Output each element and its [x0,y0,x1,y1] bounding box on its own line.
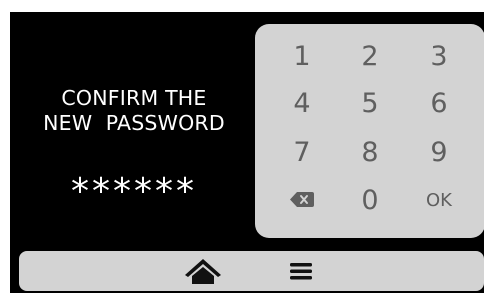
key-3[interactable]: 3 [412,34,466,80]
key-1[interactable]: 1 [275,34,329,80]
key-0[interactable]: 0 [343,178,397,224]
key-4[interactable]: 4 [275,81,329,127]
menu-button[interactable] [271,251,331,291]
prompt-line-1: CONFIRM THE [61,86,207,110]
key-7[interactable]: 7 [275,130,329,176]
key-8[interactable]: 8 [343,130,397,176]
prompt-line-2: NEW PASSWORD [43,111,225,135]
home-icon [185,259,221,284]
bottom-nav-bar [19,251,484,291]
confirm-password-prompt: CONFIRM THE NEW PASSWORD [10,86,258,136]
password-mask: ****** [71,171,197,212]
home-button[interactable] [173,251,233,291]
key-2[interactable]: 2 [343,34,397,80]
ok-button[interactable]: OK [412,178,466,224]
menu-icon [290,263,312,280]
device-screen: CONFIRM THE NEW PASSWORD ****** 1 2 3 4 … [10,12,484,293]
backspace-key[interactable] [275,178,329,224]
backspace-icon [290,192,314,207]
key-9[interactable]: 9 [412,130,466,176]
numeric-keypad: 1 2 3 4 5 6 7 8 9 0 OK [255,24,484,238]
key-6[interactable]: 6 [412,81,466,127]
key-5[interactable]: 5 [343,81,397,127]
